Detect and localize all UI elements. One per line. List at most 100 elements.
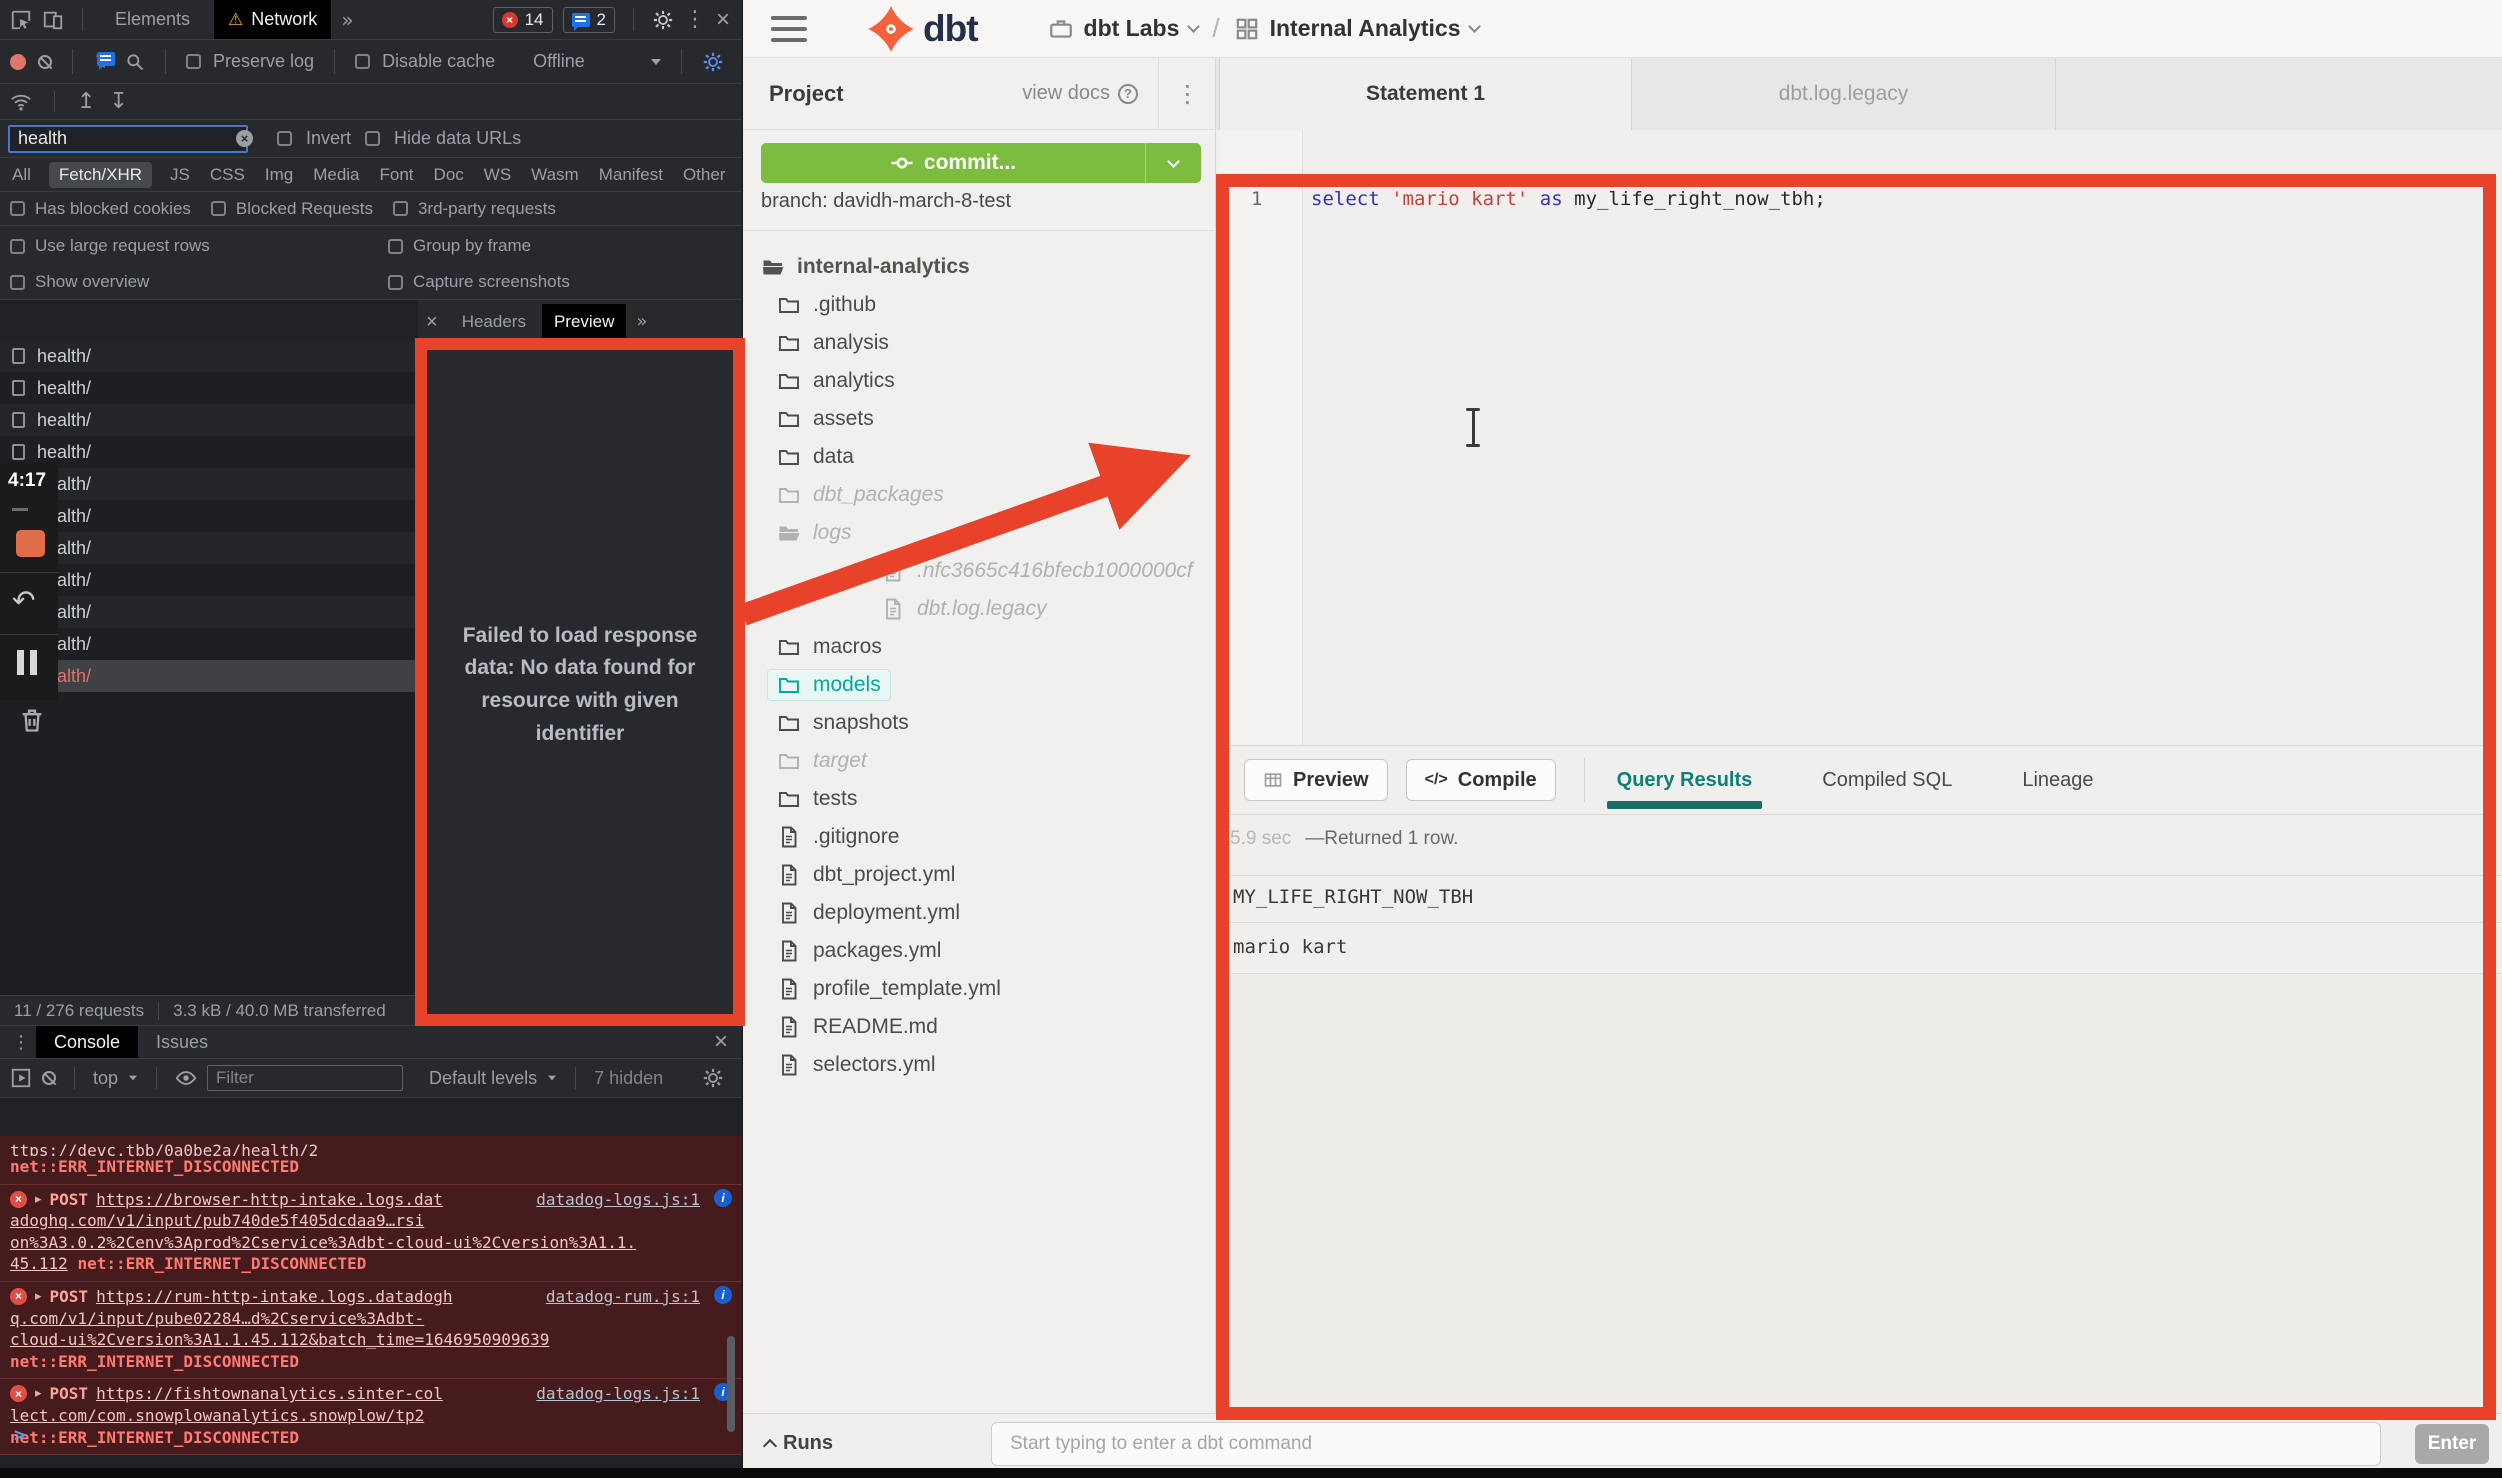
filter-chip[interactable]: Fetch/XHR <box>49 162 152 188</box>
console-error[interactable]: × ▸ POST https://browser-http-intake.log… <box>0 1185 742 1282</box>
tab-statement-1[interactable]: Statement 1 <box>1219 58 1632 130</box>
view-docs-link[interactable]: view docs ? <box>1022 82 1138 105</box>
tree-item[interactable]: README.md <box>743 1008 1216 1046</box>
tree-item[interactable]: dbt_project.yml <box>743 856 1216 894</box>
option-checkbox[interactable] <box>211 201 226 216</box>
request-row[interactable]: health/ <box>0 468 418 500</box>
project-switcher[interactable]: Internal Analytics <box>1234 15 1480 42</box>
disclosure-icon[interactable]: ▸ <box>35 1385 42 1403</box>
request-row[interactable]: health/ <box>0 500 418 532</box>
tree-item[interactable]: internal-analytics <box>743 248 1216 286</box>
tab-lineage[interactable]: Lineage <box>2018 769 2097 792</box>
compile-button[interactable]: </> Compile <box>1406 759 1556 801</box>
tree-item[interactable]: assets <box>743 400 1216 438</box>
explorer-menu-icon[interactable]: ⋮ <box>1158 58 1216 129</box>
request-row[interactable]: health/ <box>0 628 418 660</box>
filter-chip[interactable]: JS <box>168 162 192 188</box>
tree-item[interactable]: analytics <box>743 362 1216 400</box>
request-row[interactable]: health/ <box>0 564 418 596</box>
filter-chip[interactable]: Manifest <box>597 162 665 188</box>
tab-issues[interactable]: Issues <box>138 1026 226 1058</box>
source-link[interactable]: datadog-rum.js:1 <box>546 1286 700 1308</box>
clear-filter-icon[interactable]: × <box>236 130 253 147</box>
show-overview-checkbox[interactable] <box>10 275 25 290</box>
filter-chip[interactable]: Other <box>681 162 728 188</box>
request-row[interactable]: health/ <box>0 404 418 436</box>
preserve-log-checkbox[interactable] <box>186 54 201 69</box>
device-toolbar-icon[interactable] <box>42 9 64 31</box>
minimize-icon[interactable] <box>12 508 28 511</box>
tree-item[interactable]: selectors.yml <box>743 1046 1216 1084</box>
tree-item[interactable]: analysis <box>743 324 1216 362</box>
source-link[interactable]: datadog-logs.js:1 <box>536 1189 700 1211</box>
sql-editor[interactable] <box>1216 130 2502 745</box>
console-error[interactable]: × ▸ POST https://rum-http-intake.logs.da… <box>0 1282 742 1379</box>
capture-screenshots-checkbox[interactable] <box>388 275 403 290</box>
close-devtools-icon[interactable]: × <box>716 8 730 32</box>
preview-button[interactable]: Preview <box>1244 759 1388 801</box>
close-detail-icon[interactable]: × <box>426 312 438 332</box>
network-filter-input[interactable] <box>8 125 248 153</box>
tab-preview[interactable]: Preview <box>542 304 626 340</box>
filter-chip[interactable]: Wasm <box>529 162 581 188</box>
more-detail-tabs-icon[interactable]: » <box>636 311 647 332</box>
tab-headers[interactable]: Headers <box>450 304 538 340</box>
hide-data-urls-checkbox[interactable] <box>365 131 380 146</box>
inspect-element-icon[interactable] <box>10 9 32 31</box>
tab-elements[interactable]: Elements <box>101 0 204 39</box>
hidden-messages-count[interactable]: 7 hidden <box>594 1068 663 1089</box>
runs-toggle[interactable]: Runs <box>765 1432 833 1455</box>
filter-chip[interactable]: All <box>10 162 33 188</box>
code-line[interactable]: select 'mario kart' as my_life_right_now… <box>1311 188 1826 210</box>
clear-network-icon[interactable] <box>38 55 52 69</box>
console-error[interactable]: ttps://devc.tbb/0a0be2a/health/2 net::ER… <box>0 1136 742 1185</box>
tab-query-results[interactable]: Query Results <box>1613 769 1757 792</box>
kebab-menu-icon[interactable]: ⋮ <box>684 7 706 32</box>
export-har-icon[interactable]: ↧ <box>109 89 127 114</box>
tab-compiled-sql[interactable]: Compiled SQL <box>1818 769 1956 792</box>
tab-network[interactable]: ⚠Network <box>214 0 331 39</box>
hamburger-menu-icon[interactable] <box>771 16 807 42</box>
filter-chip[interactable]: WS <box>482 162 513 188</box>
console-filter-input[interactable] <box>207 1065 403 1091</box>
tree-item[interactable]: macros <box>743 628 1216 666</box>
filter-chip[interactable]: Doc <box>432 162 466 188</box>
filter-chip[interactable]: Font <box>378 162 416 188</box>
tree-item[interactable]: packages.yml <box>743 932 1216 970</box>
tree-item[interactable]: .nfc3665c416bfecb1000000cf <box>743 552 1216 590</box>
tree-item[interactable]: tests <box>743 780 1216 818</box>
info-icon[interactable]: i <box>714 1286 732 1304</box>
filter-chip[interactable]: Img <box>263 162 295 188</box>
invert-checkbox[interactable] <box>277 131 292 146</box>
tree-item[interactable]: .github <box>743 286 1216 324</box>
option-checkbox[interactable] <box>393 201 408 216</box>
large-rows-checkbox[interactable] <box>10 239 25 254</box>
throttling-caret-icon[interactable] <box>651 59 661 65</box>
frame-context-select[interactable]: top <box>93 1068 118 1089</box>
request-row[interactable]: health/ <box>0 340 418 372</box>
console-error[interactable]: × ▸ POST https://fishtownanalytics.sinte… <box>0 1379 742 1455</box>
group-frame-checkbox[interactable] <box>388 239 403 254</box>
live-expression-eye-icon[interactable] <box>175 1067 197 1089</box>
record-icon[interactable] <box>10 54 26 70</box>
tree-item[interactable]: dbt.log.legacy <box>743 590 1216 628</box>
source-link[interactable]: datadog-logs.js:1 <box>536 1383 700 1405</box>
disclosure-icon[interactable]: ▸ <box>35 1288 42 1306</box>
request-row[interactable]: health/ <box>0 372 418 404</box>
tab-dbt-log-legacy[interactable]: dbt.log.legacy <box>1632 58 2056 130</box>
error-count-badge[interactable]: ×14 <box>493 7 553 33</box>
search-icon[interactable] <box>125 52 145 72</box>
tree-item[interactable]: deployment.yml <box>743 894 1216 932</box>
undo-icon[interactable]: ↶ <box>12 584 35 617</box>
request-row[interactable]: health/ <box>0 532 418 564</box>
log-levels-select[interactable]: Default levels <box>429 1068 537 1089</box>
drawer-menu-icon[interactable]: ⋮ <box>12 1032 28 1053</box>
filter-chip[interactable]: Media <box>311 162 361 188</box>
request-row[interactable]: health/ <box>0 436 418 468</box>
pause-recording-icon[interactable] <box>17 650 37 675</box>
network-conditions-icon[interactable] <box>10 91 32 113</box>
issue-count-badge[interactable]: 2 <box>563 7 615 33</box>
throttling-select[interactable]: Offline <box>533 51 585 72</box>
dbt-command-input[interactable] <box>991 1422 2381 1466</box>
tree-item[interactable]: models <box>743 666 1216 704</box>
